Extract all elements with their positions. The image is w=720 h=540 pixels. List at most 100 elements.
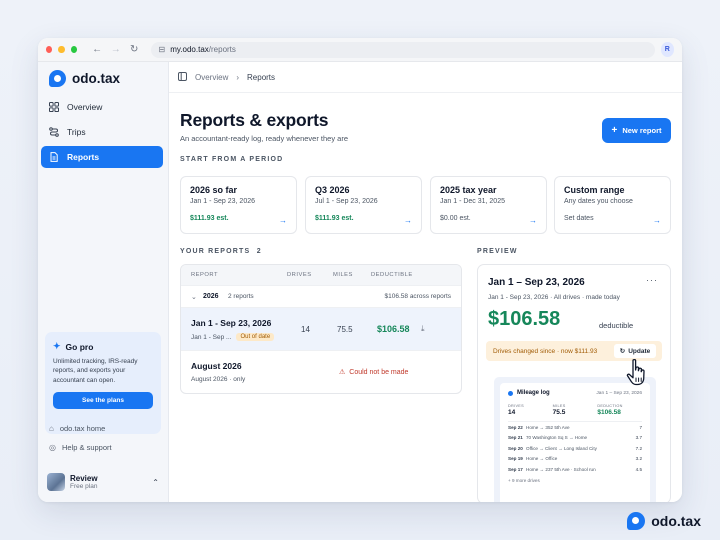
trip-route: Home → 237 5th Ave · School run bbox=[526, 466, 596, 472]
back-icon[interactable]: ← bbox=[91, 44, 104, 55]
sidebar-toggle-icon[interactable] bbox=[178, 72, 187, 83]
stat-value: 75.5 bbox=[552, 409, 566, 416]
period-title: 2026 so far bbox=[190, 185, 238, 195]
minimize-dot[interactable] bbox=[58, 46, 65, 53]
stat-miles: MILES 75.5 bbox=[553, 404, 598, 416]
maximize-dot[interactable] bbox=[70, 46, 77, 53]
breadcrumb-current: Reports bbox=[247, 73, 276, 82]
preview-section-label: PREVIEW bbox=[477, 248, 518, 255]
period-estimate: Set dates bbox=[564, 215, 594, 222]
period-estimate: $111.93 est. bbox=[315, 215, 354, 222]
arrow-right-icon: → bbox=[279, 216, 287, 225]
trip-date: Sep 19 bbox=[508, 456, 523, 462]
update-label: Update bbox=[628, 347, 651, 355]
group-row-2026[interactable]: ⌄ 2026 2 reports $106.58 across reports bbox=[181, 285, 461, 307]
report-meta-text: August 2026 · only bbox=[191, 376, 246, 383]
period-card-2026[interactable]: 2026 so far Jan 1 - Sep 23, 2026 $111.93… bbox=[180, 176, 297, 234]
go-pro-text: Unlimited tracking, IRS-ready reports, a… bbox=[53, 358, 138, 384]
period-title: Q3 2026 bbox=[315, 185, 350, 195]
period-card-q3[interactable]: Q3 2026 Jul 1 - Sep 23, 2026 $111.93 est… bbox=[305, 176, 422, 234]
brand-logo[interactable]: odo.tax bbox=[49, 70, 120, 87]
period-card-2025[interactable]: 2025 tax year Jan 1 - Dec 31, 2025 $0.00… bbox=[430, 176, 547, 234]
sidebar-item-overview[interactable]: Overview bbox=[41, 96, 163, 118]
stat-value: 14 bbox=[508, 409, 516, 416]
reports-table: REPORT DRIVES MILES DEDUCTIBLE ⌄ 2026 2 … bbox=[180, 264, 462, 394]
trip-row: Sep 22 Home → 352 5th Ave 7 bbox=[508, 422, 642, 433]
help-support-link[interactable]: ◎ Help & support bbox=[49, 443, 112, 452]
document-icon bbox=[49, 152, 59, 162]
sidebar-nav: Overview Trips Reports bbox=[41, 96, 163, 171]
chevron-updown-icon: ⌃ bbox=[152, 477, 159, 487]
status-badge: Out of date bbox=[236, 333, 275, 341]
report-deductible: $106.58 bbox=[377, 324, 410, 334]
more-icon[interactable]: ··· bbox=[646, 275, 658, 285]
avatar bbox=[47, 473, 65, 491]
new-report-button[interactable]: + New report bbox=[602, 118, 671, 143]
trip-date: Sep 20 bbox=[508, 445, 523, 451]
sidebar-item-label: Reports bbox=[67, 152, 100, 162]
period-title: 2025 tax year bbox=[440, 185, 497, 195]
document-title: Mileage log bbox=[517, 390, 550, 396]
report-title: Jan 1 - Sep 23, 2026 bbox=[191, 318, 272, 328]
plus-icon: + bbox=[611, 125, 618, 136]
preview-subtitle: Jan 1 - Sep 23, 2026 · All drives · made… bbox=[488, 294, 620, 301]
trip-route: Home → 352 5th Ave bbox=[526, 424, 570, 430]
error-text: Could not be made bbox=[349, 368, 409, 376]
table-row[interactable]: August 2026 August 2026 · only ⚠ Could n… bbox=[181, 350, 461, 393]
arrow-right-icon: → bbox=[653, 216, 661, 225]
col-miles: MILES bbox=[333, 272, 353, 278]
report-meta: Jan 1 - Sep ... Out of date bbox=[191, 333, 275, 341]
sidebar-item-reports[interactable]: Reports bbox=[41, 146, 163, 168]
report-document-preview: Mileage log Jan 1 – Sep 23, 2026 DRIVES … bbox=[494, 377, 656, 502]
period-range: Jan 1 - Sep 23, 2026 bbox=[190, 198, 255, 205]
forward-icon[interactable]: → bbox=[109, 44, 122, 55]
sidebar-item-trips[interactable]: Trips bbox=[41, 121, 163, 143]
period-estimate: $111.93 est. bbox=[190, 215, 229, 222]
report-title: August 2026 bbox=[191, 361, 242, 371]
preview-amount: $106.58 bbox=[488, 308, 561, 330]
breadcrumb-overview[interactable]: Overview bbox=[195, 73, 228, 82]
download-icon[interactable]: ⤓ bbox=[421, 324, 425, 334]
col-deductible: DEDUCTIBLE bbox=[371, 272, 413, 278]
go-pro-title: Go pro bbox=[65, 341, 94, 352]
reload-icon[interactable]: ↻ bbox=[128, 44, 141, 55]
main-content: Overview › Reports Reports & exports An … bbox=[169, 62, 682, 502]
reports-section-label: YOUR REPORTS 2 bbox=[180, 248, 262, 255]
col-report: REPORT bbox=[191, 272, 219, 278]
profile-menu[interactable]: Review Free plan ⌃ bbox=[47, 470, 159, 494]
help-support-label: Help & support bbox=[61, 443, 112, 452]
profile-plan: Free plan bbox=[70, 483, 98, 490]
close-dot[interactable] bbox=[46, 46, 53, 53]
period-title: Custom range bbox=[564, 185, 625, 195]
report-meta: August 2026 · only bbox=[191, 376, 245, 383]
header-divider bbox=[169, 92, 682, 93]
profile-info: Review Free plan bbox=[70, 474, 98, 490]
preview-panel: Jan 1 – Sep 23, 2026 ··· Jan 1 - Sep 23,… bbox=[477, 264, 671, 502]
document-stats: DRIVES 14 MILES 75.5 DEDUCTION $106.58 bbox=[508, 404, 642, 416]
update-button[interactable]: ↻ Update bbox=[614, 344, 656, 358]
go-pro-heading: ✦ Go pro bbox=[53, 341, 153, 352]
table-header: REPORT DRIVES MILES DEDUCTIBLE bbox=[181, 265, 461, 285]
arrow-right-icon: → bbox=[529, 216, 537, 225]
odo-home-link[interactable]: ⌂ odo.tax home bbox=[49, 424, 105, 433]
browser-chrome: ← → ↻ ⊟ my.odo.tax/reports R bbox=[38, 38, 682, 62]
trip-row: Sep 19 Home → Office 3.2 bbox=[508, 454, 642, 465]
help-icon: ◎ bbox=[49, 443, 56, 452]
odo-home-label: odo.tax home bbox=[59, 424, 106, 433]
profile-chip[interactable]: R bbox=[660, 42, 674, 57]
address-bar[interactable]: ⊟ my.odo.tax/reports bbox=[150, 41, 655, 58]
url-path: /reports bbox=[208, 45, 236, 54]
warning-icon: ⚠ bbox=[339, 369, 346, 376]
more-drives: + 9 more drives bbox=[508, 477, 540, 483]
report-drives: 14 bbox=[301, 325, 310, 334]
table-row[interactable]: Jan 1 - Sep 23, 2026 Jan 1 - Sep ... Out… bbox=[181, 307, 461, 350]
stat-label: DEDUCTION bbox=[597, 404, 623, 408]
report-meta-text: Jan 1 - Sep ... bbox=[191, 333, 232, 341]
see-plans-button[interactable]: See the plans bbox=[53, 392, 153, 410]
sidebar: odo.tax Overview Trips Reports ✦ Go pro … bbox=[38, 62, 169, 502]
period-card-custom[interactable]: Custom range Any dates you choose Set da… bbox=[554, 176, 671, 234]
home-icon: ⌂ bbox=[49, 424, 54, 433]
document-date: Jan 1 – Sep 23, 2026 bbox=[596, 390, 642, 396]
site-info-icon[interactable]: ⊟ bbox=[159, 45, 166, 54]
new-report-label: New report bbox=[622, 126, 662, 135]
